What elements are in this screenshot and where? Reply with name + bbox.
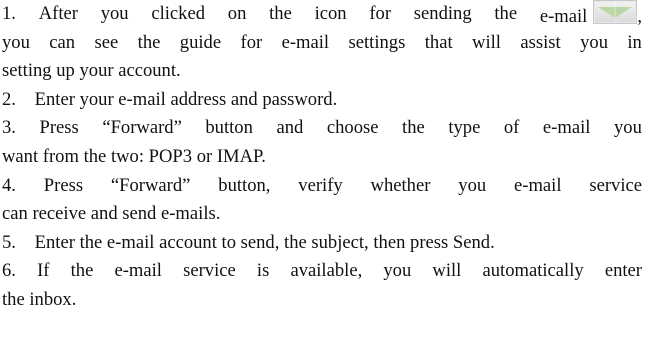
step-6-line-2: the inbox. <box>2 288 77 310</box>
word: will <box>432 260 462 282</box>
word: e-mail <box>542 117 591 139</box>
word: assist <box>520 31 561 53</box>
word: icon <box>314 3 347 24</box>
word: you <box>100 3 129 24</box>
word: guide <box>179 31 222 53</box>
word: the <box>402 117 425 139</box>
word: button <box>205 117 253 139</box>
word: is <box>256 260 270 282</box>
word: Press <box>39 117 79 139</box>
word: you <box>458 174 487 196</box>
word: choose <box>326 117 379 139</box>
word: for <box>369 3 392 24</box>
word: that <box>424 31 453 53</box>
instruction-document: 1. After you clicked on the icon for sen… <box>2 0 642 315</box>
step-number: 5. <box>2 231 16 253</box>
word: service <box>589 174 642 196</box>
comma: , <box>637 6 642 27</box>
step-6-line-1: 6. If the e-mail service is available, y… <box>2 257 642 286</box>
step-5: 5. Enter the e-mail account to send, the… <box>2 229 642 258</box>
word: service <box>183 260 236 282</box>
word: you <box>2 31 30 53</box>
word: on <box>227 3 247 24</box>
word: you <box>383 260 412 282</box>
word: e-mail <box>281 31 330 53</box>
word: for <box>240 31 263 53</box>
word: enter <box>604 260 642 282</box>
step-number: 3. <box>2 117 16 139</box>
step-1-line-1: 1. After you clicked on the icon for sen… <box>2 0 642 29</box>
word: automatically <box>482 260 584 282</box>
word: available, <box>290 260 363 282</box>
word: “Forward” <box>110 174 191 196</box>
word: type <box>448 117 481 139</box>
word: settings <box>348 31 406 53</box>
step-number: 1. <box>2 3 16 24</box>
step-1-line-3: setting up your account. <box>2 60 181 82</box>
word-with-icon: e-mail, <box>540 0 642 29</box>
word: you <box>580 31 608 53</box>
word: verify <box>298 174 343 196</box>
step-4-line-2: can receive and send e-mails. <box>2 203 221 225</box>
step-text: Enter the e-mail account to send, the su… <box>34 231 495 253</box>
word: e-mail <box>514 174 562 196</box>
word: will <box>472 31 501 53</box>
word: button, <box>218 174 271 196</box>
word: of <box>503 117 520 139</box>
word: the <box>137 31 161 53</box>
word: After <box>38 3 78 24</box>
step-number: 4. <box>2 174 16 196</box>
step-number: 6. <box>2 260 16 282</box>
word: sending <box>413 3 472 24</box>
word: clicked <box>151 3 206 24</box>
step-number: 2. <box>2 88 16 110</box>
step-text: Enter your e-mail address and password. <box>34 88 338 110</box>
word: the <box>494 3 518 24</box>
word: “Forward” <box>102 117 182 139</box>
word: in <box>627 31 642 53</box>
step-2: 2. Enter your e-mail address and passwor… <box>2 86 642 115</box>
step-4-line-1: 4. Press “Forward” button, verify whethe… <box>2 172 642 201</box>
step-1-line-2: you can see the guide for e-mail setting… <box>2 29 642 58</box>
word: can <box>49 31 76 53</box>
envelope-icon <box>593 0 638 24</box>
word: If <box>37 260 50 282</box>
word: whether <box>370 174 431 196</box>
word: the <box>70 260 94 282</box>
word: you <box>613 117 642 139</box>
word: the <box>269 3 292 24</box>
word: e-mail <box>539 6 588 27</box>
step-3-line-2: want from the two: POP3 or IMAP. <box>2 145 266 167</box>
word: see <box>94 31 119 53</box>
word: e-mail <box>114 260 162 282</box>
word: Press <box>43 174 84 196</box>
word: and <box>276 117 304 139</box>
step-3-line-1: 3. Press “Forward” button and choose the… <box>2 114 642 143</box>
